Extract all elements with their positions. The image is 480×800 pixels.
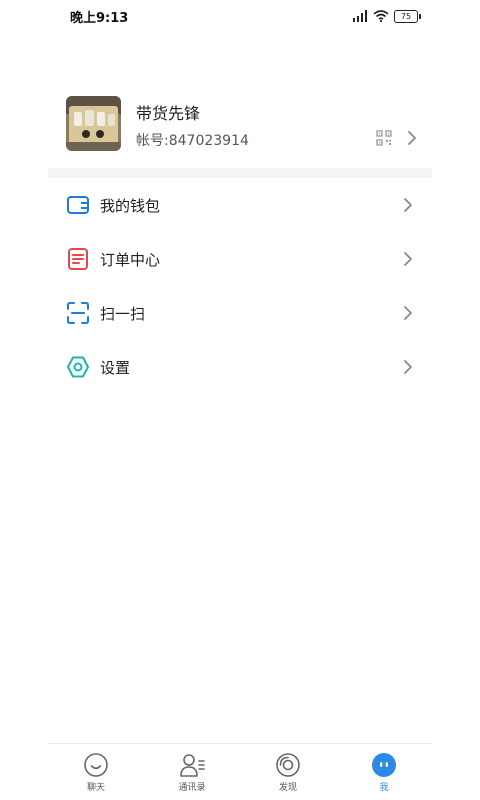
section-divider xyxy=(48,168,432,178)
signal-icon xyxy=(353,10,367,22)
chevron-right-icon xyxy=(404,360,412,374)
status-icons: 75 xyxy=(352,9,421,23)
settings-icon xyxy=(67,356,89,378)
nav-label: 聊天 xyxy=(86,782,105,793)
bottom-nav: 聊天 通讯录 发现 我 xyxy=(48,743,432,800)
me-icon xyxy=(372,752,396,777)
chevron-right-icon xyxy=(404,306,412,320)
menu-item-label: 订单中心 xyxy=(100,250,161,269)
discover-icon xyxy=(276,752,300,777)
avatar[interactable] xyxy=(66,96,121,151)
scan-icon xyxy=(67,302,89,324)
menu-item-label: 扫一扫 xyxy=(100,304,146,323)
contacts-icon xyxy=(180,753,205,777)
menu-item-settings[interactable]: 设置 xyxy=(48,340,432,394)
menu-item-label: 我的钱包 xyxy=(100,196,161,215)
status-time: 晚上9:13 xyxy=(70,10,129,26)
profile-card[interactable]: 带货先锋 帐号:847023914 xyxy=(48,80,432,172)
nav-label: 发现 xyxy=(278,782,297,793)
nav-tab-discover[interactable]: 发现 xyxy=(253,752,323,793)
chat-icon xyxy=(84,752,108,777)
wallet-icon xyxy=(67,196,89,214)
status-bar: 晚上9:13 75 xyxy=(48,0,432,32)
chevron-right-icon xyxy=(408,131,416,145)
menu-item-wallet[interactable]: 我的钱包 xyxy=(48,178,432,232)
nav-label: 通讯录 xyxy=(178,782,206,793)
menu-list: 我的钱包 订单中心 扫一扫 设置 xyxy=(48,178,432,394)
menu-item-scan[interactable]: 扫一扫 xyxy=(48,286,432,340)
phone-screen: 晚上9:13 75 带货先锋 帐号:847023914 我的钱包 订单中心 扫一… xyxy=(48,0,432,800)
menu-item-label: 设置 xyxy=(100,358,131,377)
nav-tab-chat[interactable]: 聊天 xyxy=(61,752,131,793)
nav-tab-contacts[interactable]: 通讯录 xyxy=(157,752,227,793)
chevron-right-icon xyxy=(404,198,412,212)
order-icon xyxy=(68,248,88,270)
nav-tab-me[interactable]: 我 xyxy=(349,752,419,793)
profile-account: 帐号:847023914 xyxy=(136,133,249,149)
wifi-icon xyxy=(373,10,389,22)
chevron-right-icon xyxy=(404,252,412,266)
qr-code-icon[interactable] xyxy=(376,130,392,146)
battery-icon: 75 xyxy=(394,9,421,23)
menu-item-orders[interactable]: 订单中心 xyxy=(48,232,432,286)
nav-label: 我 xyxy=(379,782,389,793)
profile-name: 带货先锋 xyxy=(136,104,201,123)
